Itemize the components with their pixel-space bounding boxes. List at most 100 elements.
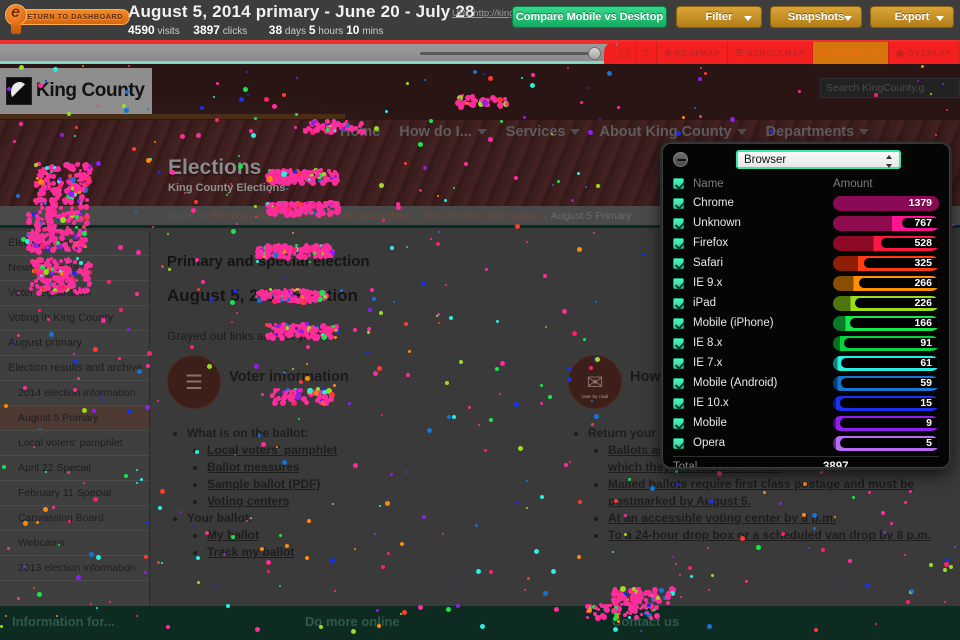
content-sublist-item[interactable]: To a 24-hour drop box or a scheduled van… — [608, 527, 960, 544]
row-checkbox[interactable] — [673, 297, 684, 309]
mode-icon-button[interactable] — [614, 42, 636, 64]
browser-name: IE 9.x — [693, 277, 723, 289]
browser-row[interactable]: Unknown 767 — [663, 213, 949, 233]
browser-row[interactable]: IE 7.x 61 — [663, 353, 949, 373]
chevron-down-icon — [859, 129, 870, 135]
browser-row[interactable]: Mobile 9 — [663, 413, 949, 433]
row-checkbox[interactable] — [673, 337, 684, 349]
content-sublist-item[interactable]: At an accessible voting center by 8 p.m. — [608, 510, 960, 527]
sidebar-item[interactable]: 2014 election information — [0, 381, 149, 406]
browser-row[interactable]: Mobile (iPhone) 166 — [663, 313, 949, 333]
row-checkbox[interactable] — [673, 217, 684, 229]
row-checkbox[interactable] — [673, 377, 684, 389]
nav-item-how-do-i[interactable]: How do I... — [399, 124, 487, 140]
row-checkbox[interactable] — [673, 237, 684, 249]
sidebar-item[interactable]: 2013 election information — [0, 556, 149, 581]
browser-name: Mobile — [693, 417, 727, 429]
mode-icon-button[interactable]: ? — [636, 42, 658, 64]
browser-name: Firefox — [693, 237, 729, 249]
sidebar-item[interactable]: Voter registration — [0, 281, 149, 306]
row-checkbox[interactable] — [673, 437, 684, 449]
sidebar-item[interactable]: Election results and archive — [0, 356, 149, 381]
content-sublist-item[interactable]: My ballot — [207, 527, 557, 544]
row-checkbox[interactable] — [673, 257, 684, 269]
mode-heatmap-button[interactable]: ❇ HEATMAP — [657, 42, 729, 64]
row-checkbox[interactable] — [673, 277, 684, 289]
sidebar-item[interactable]: Canvassing Board — [0, 506, 149, 531]
browser-row[interactable]: Firefox 528 — [663, 233, 949, 253]
sidebar-item[interactable]: August primary — [0, 331, 149, 356]
snapshots-button[interactable]: Snapshots — [770, 6, 862, 28]
sidebar-item[interactable]: Webcams — [0, 531, 149, 556]
sidebar-item[interactable]: February 11 Special — [0, 481, 149, 506]
visits-label: visits — [157, 26, 180, 37]
browser-name: Safari — [693, 257, 724, 269]
snapshots-label: Snapshots — [787, 11, 845, 23]
hours-count: 5 — [308, 23, 316, 37]
metric-select[interactable]: Browser — [736, 150, 901, 169]
browser-row[interactable]: Chrome 1379 — [663, 193, 949, 213]
breadcrumb-item[interactable]: 2014 election information — [422, 210, 539, 222]
value-label: 61 — [920, 356, 932, 369]
mode-overlay-button[interactable]: ◉ OVERLAY — [889, 42, 960, 64]
zoom-slider-handle[interactable] — [588, 47, 601, 60]
sidebar-item[interactable]: Local voters' pamphlet — [0, 431, 149, 456]
row-checkbox[interactable] — [673, 317, 684, 329]
nav-item-departments[interactable]: Departments — [766, 124, 870, 140]
content-sublist-item[interactable]: Local voters' pamphlet — [207, 442, 557, 459]
browser-row[interactable]: Opera 5 — [663, 433, 949, 453]
value-label: 15 — [920, 396, 932, 409]
breadcrumb-item[interactable]: Election info and archive — [296, 210, 410, 222]
nav-item-home[interactable]: Home — [340, 124, 380, 140]
clicks-count: 3897 — [193, 23, 220, 37]
browser-row[interactable]: Safari 325 — [663, 253, 949, 273]
sidebar-item[interactable]: April 22 Special — [0, 456, 149, 481]
filter-button[interactable]: Filter — [676, 6, 762, 28]
browser-row[interactable]: IE 8.x 91 — [663, 333, 949, 353]
stepper-icon — [886, 155, 893, 168]
nav-item-services[interactable]: Services — [506, 124, 581, 140]
site-sidebar: Elections Home News & media Voter registra… — [0, 231, 150, 606]
site-logo[interactable]: King County — [0, 68, 152, 114]
browser-row[interactable]: IE 9.x 266 — [663, 273, 949, 293]
breadcrumb-item[interactable]: Elections Home — [211, 210, 285, 222]
content-sublist-item[interactable]: Voting centers — [207, 493, 557, 510]
sidebar-item[interactable]: News & media — [0, 256, 149, 281]
content-sublist-item[interactable]: Sample ballot (PDF) — [207, 476, 557, 493]
list-item-text: What is on the ballot: — [187, 426, 309, 440]
site-search-input[interactable]: Search KingCounty.g — [820, 78, 960, 98]
sublist-item-text: Mailed ballots require first class posta… — [608, 477, 915, 508]
footer-heading-contact-us[interactable]: Contact us — [612, 614, 679, 629]
row-checkbox[interactable] — [673, 197, 684, 209]
column-header-amount: Amount — [833, 177, 873, 190]
app-root: ◀ RETURN TO DASHBOARD August 5, 2014 pri… — [0, 0, 960, 640]
select-all-checkbox[interactable] — [673, 178, 684, 189]
browser-row[interactable]: Mobile (Android) 59 — [663, 373, 949, 393]
export-button[interactable]: Export — [870, 6, 954, 28]
mode-confetti-button[interactable]: ❃ CONFETTI! — [812, 42, 890, 64]
zoom-slider-track[interactable] — [420, 52, 600, 55]
content-sublist-item[interactable]: Track my ballot — [207, 544, 557, 561]
minimize-icon[interactable] — [673, 152, 688, 167]
value-bar: 1379 — [833, 195, 939, 211]
mode-scrollmap-button[interactable]: ☰ SCROLLMAP — [728, 42, 813, 64]
row-checkbox[interactable] — [673, 417, 684, 429]
sidebar-item[interactable]: Voting in King County — [0, 306, 149, 331]
value-label: 5 — [926, 436, 932, 449]
content-sublist-item[interactable]: Mailed ballots require first class posta… — [608, 476, 960, 510]
panel-total-row: Total 3897 — [663, 457, 949, 467]
compare-mobile-vs-desktop-button[interactable]: Compare Mobile vs Desktop — [512, 6, 667, 28]
sidebar-item[interactable]: Elections Home — [0, 231, 149, 256]
resize-icon — [620, 48, 629, 58]
content-sublist-item[interactable]: Ballot measures — [207, 459, 557, 476]
browser-row[interactable]: iPad 226 — [663, 293, 949, 313]
browser-name: Opera — [693, 437, 725, 449]
breadcrumb-separator: » — [410, 210, 423, 222]
browser-row[interactable]: IE 10.x 15 — [663, 393, 949, 413]
nav-item-about-king-county[interactable]: About King County — [599, 124, 747, 140]
footer-heading-information-for[interactable]: Information for... — [12, 614, 115, 629]
row-checkbox[interactable] — [673, 397, 684, 409]
sidebar-item[interactable]: August 5 Primary — [0, 406, 149, 431]
footer-heading-do-more-online[interactable]: Do more online — [305, 614, 400, 629]
row-checkbox[interactable] — [673, 357, 684, 369]
